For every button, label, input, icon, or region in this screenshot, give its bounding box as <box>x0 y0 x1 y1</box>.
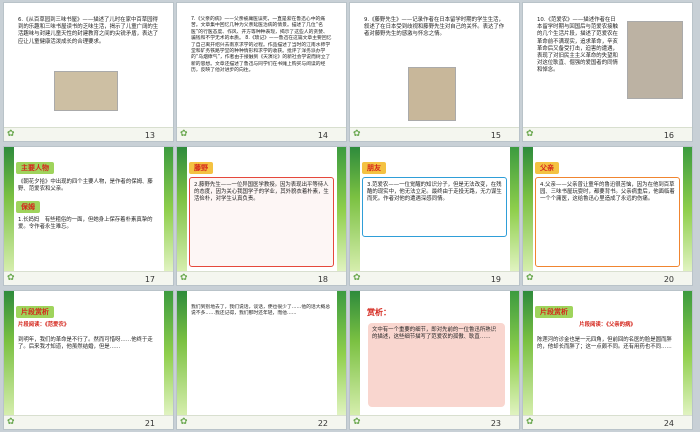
gear-icon: ✿ <box>180 417 188 427</box>
slide-body-text: 到明年，我们的革命是不行了。然而可惜呀……他终于走了。后来我才知道，他虽然结婚，… <box>18 337 153 351</box>
slide-sub-text: 1.长妈妈 有些粗俗的一面，但她身上保存着朴素真挚的爱。令作者永生难忘。 <box>18 217 153 231</box>
content-frame: 3.范爱农——一位觉醒的知识分子，但是无法改变，在残酷的现实中，他无法立足。最终… <box>362 177 507 237</box>
slide-number: 21 <box>144 419 155 428</box>
slide-body-text: 9.《藤野先生》——记录作者在日本留学时期的学生生活，叙述了在日本受到歧视和藤野… <box>364 17 505 38</box>
gear-icon: ✿ <box>526 273 534 283</box>
slide-sorter: 6.《从百草园到三味书屋》——描述了儿时在家中百草园得到的乐趣和三味书屋读书的乏… <box>0 0 700 432</box>
slide-thumbnail-17[interactable]: 主要人物 《朝花夕拾》中出现的四个主要人物，是作者的保姆、藤野、范爱农和父亲。 … <box>3 146 174 286</box>
section-tag: 片段赏析 <box>535 306 573 318</box>
slide-thumbnail-18[interactable]: 藤野 2.藤野先生——一位异国医学教授。因为表现出平等待人的态度，因为关心我国学… <box>176 146 347 286</box>
gear-icon: ✿ <box>7 273 15 283</box>
gear-icon: ✿ <box>180 273 188 283</box>
content-frame: 4.父亲——父亲曾让童年的鲁迅很苦恼，因为在他到百草园、三味书屋玩耍时，都要背书… <box>535 177 680 267</box>
slide-body-text: 4.父亲——父亲曾让童年的鲁迅很苦恼，因为在他到百草园、三味书屋玩耍时，都要背书… <box>540 182 675 203</box>
slide-number: 22 <box>317 419 328 428</box>
slide-body-text: 文中有一个重要的细节，即对先前的一位鲁迅所熟识的描述，这些细节描写了范爱农的孤傲… <box>372 327 496 341</box>
slide-title: 片段阅读：《范爱农》 <box>18 322 70 328</box>
sub-tag: 保姆 <box>16 201 40 213</box>
section-tag: 主要人物 <box>16 162 54 174</box>
section-tag: 片段赏析 <box>16 306 54 318</box>
slide-title: 片段阅读：《父亲的病》 <box>579 322 636 328</box>
slide-number: 15 <box>490 131 501 140</box>
section-tag: 父亲 <box>535 162 559 174</box>
slide-thumbnail-22[interactable]: 我们到别地去了，我们说话，谈话，便也很少了……他的话大概总说不多……我还记得，我… <box>176 290 347 430</box>
slide-body-text: 《朝花夕拾》中出现的四个主要人物，是作者的保姆、藤野、范爱农和父亲。 <box>18 179 153 193</box>
slide-thumbnail-14[interactable]: 7.《父亲的病》——父亲被庸医误死，一直是萦在鲁迅心中的痛苦。文章集中回忆几种为… <box>176 2 347 142</box>
portrait-photo <box>408 67 456 121</box>
slide-number: 23 <box>490 419 501 428</box>
slide-number: 13 <box>144 131 155 140</box>
slide-number: 17 <box>144 275 155 284</box>
gear-icon: ✿ <box>526 129 534 139</box>
section-tag: 藤野 <box>189 162 213 174</box>
slide-body-text: 10.《范爱农》——描述作者在日本留学时期与回国后与范爱农接触的几个生活片段，描… <box>537 17 618 74</box>
slide-thumbnail-24[interactable]: 片段赏析 片段阅读：《父亲的病》 陈莲河的诊金也是一元四角，但前回的名医的脸是圆… <box>522 290 693 430</box>
slide-thumbnail-21[interactable]: 片段赏析 片段阅读：《范爱农》 到明年，我们的革命是不行了。然而可惜呀……他终于… <box>3 290 174 430</box>
slide-thumbnail-23[interactable]: 赏析： 文中有一个重要的细节，即对先前的一位鲁迅所熟识的描述，这些细节描写了范爱… <box>349 290 520 430</box>
slide-number: 14 <box>317 131 328 140</box>
slide-number: 24 <box>663 419 674 428</box>
content-frame: 2.藤野先生——一位异国医学教授。因为表现出平等待人的态度，因为关心我国学子的学… <box>189 177 334 267</box>
slide-number: 19 <box>490 275 501 284</box>
gear-icon: ✿ <box>353 417 361 427</box>
slide-thumbnail-15[interactable]: 9.《藤野先生》——记录作者在日本留学时期的学生生活，叙述了在日本受到歧视和藤野… <box>349 2 520 142</box>
slide-number: 16 <box>663 131 674 140</box>
room-photo <box>54 71 118 111</box>
slide-thumbnail-20[interactable]: 父亲 4.父亲——父亲曾让童年的鲁迅很苦恼，因为在他到百草园、三味书屋玩耍时，都… <box>522 146 693 286</box>
slide-number: 18 <box>317 275 328 284</box>
slide-body-text: 2.藤野先生——一位异国医学教授。因为表现出平等待人的态度，因为关心我国学子的学… <box>194 182 329 203</box>
gear-icon: ✿ <box>526 417 534 427</box>
gear-icon: ✿ <box>353 129 361 139</box>
slide-body-text: 7.《父亲的病》——父亲被庸医误死，一直是萦在鲁迅心中的痛苦。文章集中回忆几种为… <box>191 17 332 74</box>
slide-body-text: 3.范爱农——一位觉醒的知识分子，但是无法改变，在残酷的现实中，他无法立足。最终… <box>367 182 502 203</box>
gear-icon: ✿ <box>353 273 361 283</box>
group-photo <box>627 21 683 99</box>
gear-icon: ✿ <box>7 129 15 139</box>
section-tag: 朋友 <box>362 162 386 174</box>
slide-number: 20 <box>663 275 674 284</box>
gear-icon: ✿ <box>180 129 188 139</box>
gear-icon: ✿ <box>7 417 15 427</box>
slide-body-text: 我们到别地去了，我们说话，谈话，便也很少了……他的话大概总说不多……我还记得，我… <box>191 305 331 317</box>
slide-thumbnail-16[interactable]: 10.《范爱农》——描述作者在日本留学时期与回国后与范爱农接触的几个生活片段，描… <box>522 2 693 142</box>
slide-body-text: 6.《从百草园到三味书屋》——描述了儿时在家中百草园得到的乐趣和三味书屋读书的乏… <box>18 17 159 45</box>
slide-thumbnail-19[interactable]: 朋友 3.范爱农——一位觉醒的知识分子，但是无法改变，在残酷的现实中，他无法立足… <box>349 146 520 286</box>
section-tag: 赏析： <box>367 308 391 317</box>
content-card: 文中有一个重要的细节，即对先前的一位鲁迅所熟识的描述，这些细节描写了范爱农的孤傲… <box>368 323 505 407</box>
slide-thumbnail-13[interactable]: 6.《从百草园到三味书屋》——描述了儿时在家中百草园得到的乐趣和三味书屋读书的乏… <box>3 2 174 142</box>
slide-body-text: 陈莲河的诊金也是一元四角，但前回的名医的脸是圆而胖的，他却长而胖了；这一点颇不同… <box>537 337 672 351</box>
